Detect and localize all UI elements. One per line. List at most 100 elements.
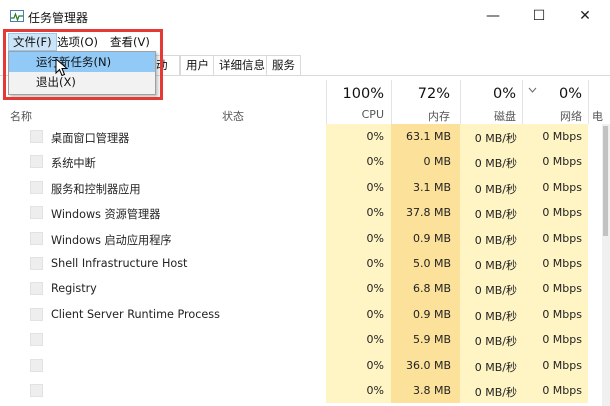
disk-value: 0 MB/秒 (474, 182, 517, 196)
process-icon (30, 155, 43, 169)
process-icon (30, 384, 43, 397)
memory-value: 36.0 MB (405, 358, 451, 372)
mouse-pointer-icon (55, 58, 69, 77)
memory-value: 6.8 MB (412, 282, 451, 296)
network-value: 0 Mbps (542, 333, 582, 347)
disk-value: 0 MB/秒 (474, 208, 517, 222)
table-row[interactable]: Windows 启动应用程序 0% 0.9 MB 0 MB/秒 0 Mbps (0, 225, 602, 251)
header-divider (460, 80, 461, 124)
column-status-header[interactable]: 状态 (222, 108, 244, 124)
process-icon (30, 231, 43, 245)
disk-value: 0 MB/秒 (474, 309, 517, 323)
header-divider (522, 80, 523, 124)
process-name: 桌面窗口管理器 (51, 132, 130, 145)
memory-value: 5.9 MB (412, 333, 451, 347)
disk-usage-percent[interactable]: 0% (464, 86, 516, 102)
table-row[interactable]: 服务和控制器应用 0% 3.1 MB 0 MB/秒 0 Mbps (0, 174, 602, 201)
network-value: 0 Mbps (542, 257, 582, 270)
network-column-header[interactable]: 网络 (530, 108, 582, 124)
process-icon (30, 130, 43, 143)
header-divider (391, 80, 392, 124)
process-name: Registry (51, 282, 97, 296)
disk-value: 0 MB/秒 (474, 233, 517, 247)
disk-value: 0 MB/秒 (474, 284, 517, 298)
chevron-down-icon[interactable] (528, 86, 537, 96)
network-value: 0 Mbps (542, 155, 582, 169)
process-icon (30, 257, 43, 270)
disk-value: 0 MB/秒 (474, 360, 517, 374)
table-row[interactable]: 0% 36.0 MB 0 MB/秒 0 Mbps (0, 352, 602, 378)
memory-value: 0 MB (423, 155, 451, 169)
column-name-header[interactable]: 名称 (10, 108, 32, 124)
maximize-button[interactable]: ☐ (516, 0, 562, 32)
cpu-value: 0% (366, 231, 384, 245)
table-row[interactable]: Client Server Runtime Process 0% 0.9 MB 0 M… (0, 301, 602, 328)
memory-usage-percent[interactable]: 72% (395, 86, 450, 102)
memory-value: 37.8 MB (405, 206, 451, 220)
network-value: 0 Mbps (542, 231, 582, 245)
memory-value: 0.9 MB (412, 307, 451, 321)
cpu-value: 0% (366, 358, 384, 372)
tab-services[interactable]: 服务 (266, 55, 301, 75)
disk-value: 0 MB/秒 (474, 386, 517, 399)
network-value: 0 Mbps (542, 130, 582, 143)
cpu-value: 0% (366, 333, 384, 347)
cpu-value: 0% (366, 384, 384, 397)
process-icon (30, 307, 43, 321)
tab-details[interactable]: 详细信息 (213, 55, 271, 75)
network-value: 0 Mbps (542, 384, 582, 397)
cpu-column-header[interactable]: CPU (330, 108, 384, 121)
disk-value: 0 MB/秒 (474, 157, 517, 171)
memory-value: 3.8 MB (412, 384, 451, 397)
table-row[interactable]: 0% 3.8 MB 0 MB/秒 0 Mbps (0, 378, 602, 404)
table-row[interactable]: 桌面窗口管理器 0% 63.1 MB 0 MB/秒 0 Mbps (0, 124, 602, 150)
process-icon (30, 206, 43, 220)
table-row[interactable]: Registry 0% 6.8 MB 0 MB/秒 0 Mbps (0, 276, 602, 302)
table-row[interactable]: Shell Infrastructure Host 0% 5.0 MB 0 MB/秒 0… (0, 251, 602, 277)
process-icon (30, 282, 43, 296)
tab-users[interactable]: 用户 (180, 55, 215, 75)
network-usage-percent[interactable]: 0% (540, 86, 582, 102)
header-divider (588, 80, 589, 124)
close-button[interactable]: ✕ (562, 0, 608, 32)
minimize-button[interactable]: — (470, 0, 516, 32)
cpu-value: 0% (366, 206, 384, 220)
disk-value: 0 MB/秒 (474, 335, 517, 349)
network-value: 0 Mbps (542, 180, 582, 194)
process-icon (30, 333, 43, 347)
power-column-header[interactable]: 电 (592, 108, 608, 124)
scrollbar-thumb[interactable] (603, 126, 608, 236)
cpu-value: 0% (366, 282, 384, 296)
disk-value: 0 MB/秒 (474, 132, 517, 145)
process-name: Windows 资源管理器 (51, 208, 161, 222)
process-name: 系统中断 (51, 157, 96, 171)
process-icon (30, 180, 43, 194)
process-name: Shell Infrastructure Host (51, 257, 188, 270)
cpu-usage-percent[interactable]: 100% (330, 86, 384, 102)
header-divider (326, 80, 327, 124)
table-row[interactable]: 0% 5.9 MB 0 MB/秒 0 Mbps (0, 327, 602, 353)
cpu-value: 0% (366, 130, 384, 143)
process-name: Client Server Runtime Process (51, 307, 220, 321)
process-name: Windows 启动应用程序 (51, 233, 172, 247)
network-value: 0 Mbps (542, 307, 582, 321)
memory-column-header[interactable]: 内存 (395, 108, 450, 124)
cpu-value: 0% (366, 257, 384, 270)
cpu-value: 0% (366, 180, 384, 194)
process-name: 服务和控制器应用 (51, 182, 141, 196)
window-title: 任务管理器 (28, 11, 89, 25)
network-value: 0 Mbps (542, 206, 582, 220)
memory-value: 3.1 MB (412, 180, 451, 194)
process-icon (30, 358, 43, 372)
network-value: 0 Mbps (542, 282, 582, 296)
disk-column-header[interactable]: 磁盘 (464, 108, 516, 124)
highlight-annotation (3, 29, 163, 100)
memory-value: 63.1 MB (405, 130, 451, 143)
table-row[interactable]: 系统中断 0% 0 MB 0 MB/秒 0 Mbps (0, 149, 602, 175)
table-row[interactable]: Windows 资源管理器 0% 37.8 MB 0 MB/秒 0 Mbps (0, 200, 602, 226)
disk-value: 0 MB/秒 (474, 259, 517, 272)
cpu-value: 0% (366, 155, 384, 169)
cpu-value: 0% (366, 307, 384, 321)
network-value: 0 Mbps (542, 358, 582, 372)
memory-value: 5.0 MB (412, 257, 451, 270)
